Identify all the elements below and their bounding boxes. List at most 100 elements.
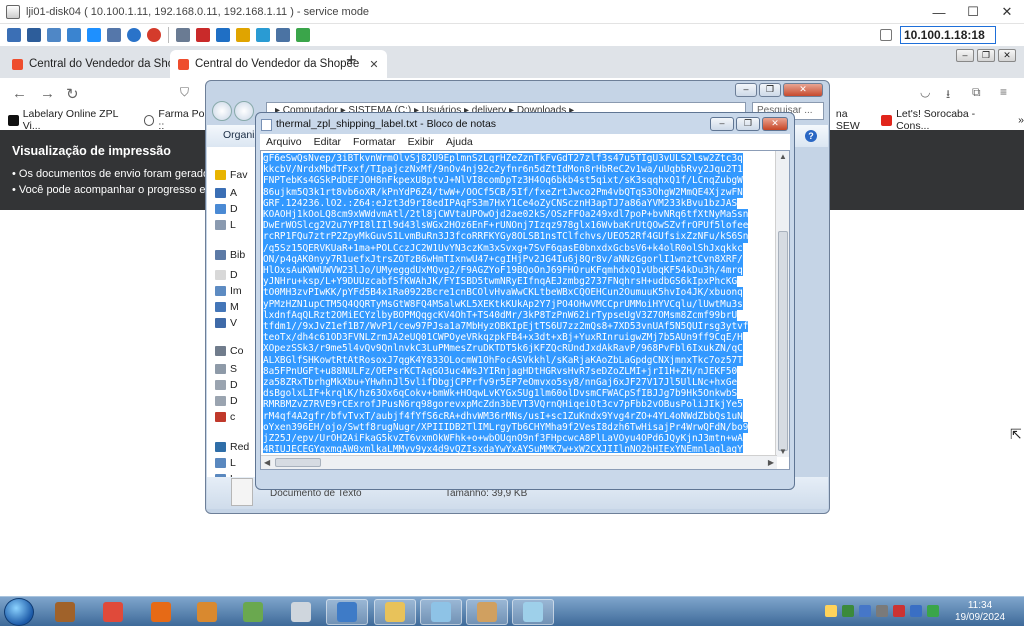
menu-icon[interactable]: ≡ <box>1000 85 1007 99</box>
close-button[interactable]: ✕ <box>990 0 1024 24</box>
settings-icon[interactable] <box>47 28 61 42</box>
explorer-forward-button[interactable] <box>234 101 254 121</box>
fit-screen-icon[interactable] <box>27 28 41 42</box>
back-button[interactable]: ← <box>12 85 27 102</box>
tray-icon[interactable] <box>876 605 888 617</box>
horizontal-scroll-thumb[interactable] <box>275 458 321 467</box>
browser-close-button[interactable]: ✕ <box>998 49 1016 62</box>
nav-pane-item[interactable]: Red <box>215 441 249 453</box>
nav-pane-item[interactable]: c <box>215 411 235 423</box>
menu-exibir[interactable]: Exibir <box>408 136 434 148</box>
nav-pane-item[interactable]: Bib <box>215 249 245 261</box>
shield-icon[interactable]: ⛉ <box>180 85 189 100</box>
menu-editar[interactable]: Editar <box>314 136 341 148</box>
explorer-maximize-button[interactable]: ❐ <box>759 83 781 97</box>
menu-formatar[interactable]: Formatar <box>353 136 396 148</box>
taskbar-app-button[interactable] <box>140 599 182 625</box>
nav-pane-item[interactable]: S <box>215 363 237 375</box>
bookmark-labelary[interactable]: Labelary Online ZPL Vi... <box>8 108 136 132</box>
nav-pane-item[interactable]: M <box>215 301 239 313</box>
nav-pane-item[interactable]: V <box>215 317 237 329</box>
taskbar-app-button[interactable] <box>186 599 228 625</box>
minimize-button[interactable]: — <box>922 0 956 24</box>
stop-icon[interactable] <box>147 28 161 42</box>
maximize-button[interactable]: ☐ <box>956 0 990 24</box>
keyboard-icon[interactable] <box>176 28 190 42</box>
taskbar-app-button[interactable] <box>512 599 554 625</box>
scroll-down-icon[interactable]: ▼ <box>779 447 787 456</box>
vertical-scroll-thumb[interactable] <box>778 231 788 451</box>
browser-restore-button[interactable]: ❐ <box>977 49 995 62</box>
refresh-icon[interactable] <box>67 28 81 42</box>
notepad-close-button[interactable]: ✕ <box>762 117 788 131</box>
help-icon[interactable]: ? <box>805 130 817 142</box>
screenshot-icon[interactable] <box>256 28 270 42</box>
monitor-icon[interactable] <box>216 28 230 42</box>
taskbar-app-button[interactable] <box>280 599 322 625</box>
nav-pane-item[interactable]: D <box>215 269 238 281</box>
taskbar-app-button[interactable] <box>92 599 134 625</box>
extensions-icon[interactable]: ⧉ <box>972 85 981 100</box>
notepad-text-area[interactable]: gF6eSwQsNvep/3iBTkvnWrmOlvSj82U9EplmnSzL… <box>260 150 790 470</box>
nav-pane-item[interactable]: Co <box>215 345 243 357</box>
taskbar-app-button[interactable] <box>326 599 368 625</box>
nav-pane-item[interactable]: D <box>215 379 238 391</box>
file-manager-icon <box>55 602 75 622</box>
taskbar-app-button[interactable] <box>466 599 508 625</box>
nav-pane-item[interactable]: Fav <box>215 169 248 181</box>
folder-icon[interactable] <box>236 28 250 42</box>
record-icon[interactable] <box>196 28 210 42</box>
taskbar: 11:34 19/09/2024 <box>0 596 1024 626</box>
tray-icon[interactable] <box>910 605 922 617</box>
nav-pane-item[interactable]: D <box>215 395 238 407</box>
menu-arquivo[interactable]: Arquivo <box>266 136 302 148</box>
nav-pane-item[interactable]: A <box>215 187 237 199</box>
tray-icon[interactable] <box>842 605 854 617</box>
scroll-right-icon[interactable]: ▶ <box>768 458 774 467</box>
scroll-left-icon[interactable]: ◀ <box>264 458 270 467</box>
bookmark-lets-sorocaba[interactable]: Let's! Sorocaba - Cons... <box>881 108 1008 132</box>
file-transfer-icon[interactable] <box>107 28 121 42</box>
vertical-scrollbar[interactable]: ▲ ▼ <box>775 151 789 457</box>
taskbar-app-button[interactable] <box>374 599 416 625</box>
connection-address-field[interactable]: 10.100.1.18:18 <box>900 26 996 44</box>
notepad-minimize-button[interactable]: – <box>710 117 734 131</box>
chat-icon[interactable] <box>296 28 310 42</box>
new-tab-button[interactable]: + <box>346 50 357 71</box>
taskbar-app-button[interactable] <box>44 599 86 625</box>
menu-ajuda[interactable]: Ajuda <box>446 136 473 148</box>
nav-pane-item[interactable]: L <box>215 457 236 469</box>
text-line: GRF.124236.lO2.:Z64:eJzt3d9rI8edIPAqFS3m… <box>263 197 738 210</box>
tray-icon[interactable] <box>927 605 939 617</box>
nav-pane-item[interactable]: Im <box>215 285 242 297</box>
explorer-minimize-button[interactable]: – <box>735 83 757 97</box>
clock[interactable]: 11:34 19/09/2024 <box>955 600 1005 624</box>
network-icon[interactable] <box>276 28 290 42</box>
browser-minimize-button[interactable]: – <box>956 49 974 62</box>
vida-link-icon <box>337 602 357 622</box>
nav-pane-item[interactable]: L <box>215 219 236 231</box>
tray-icon[interactable] <box>859 605 871 617</box>
pocket-icon[interactable]: ◡ <box>920 85 930 99</box>
tab-close-icon[interactable]: ✕ <box>369 58 378 71</box>
selected-text[interactable]: gF6eSwQsNvep/3iBTkvnWrmOlvSj82U9EplmnSzL… <box>263 153 777 453</box>
more-bookmarks-icon[interactable]: » <box>1018 114 1024 126</box>
windows-icon[interactable] <box>87 28 101 42</box>
reload-button[interactable]: ↻ <box>66 85 79 103</box>
scroll-up-icon[interactable]: ▲ <box>779 152 787 161</box>
info-icon[interactable] <box>127 28 141 42</box>
tray-icon[interactable] <box>825 605 837 617</box>
notepad-maximize-button[interactable]: ❐ <box>736 117 760 131</box>
tray-icon[interactable] <box>893 605 905 617</box>
horizontal-scrollbar[interactable]: ◀ ▶ <box>261 455 777 469</box>
taskbar-app-button[interactable] <box>420 599 462 625</box>
bookmark-sew[interactable]: na SEW <box>836 108 874 132</box>
download-icon[interactable]: ⭳ <box>946 85 950 106</box>
fullscreen-icon[interactable] <box>7 28 21 42</box>
explorer-close-button[interactable]: ✕ <box>783 83 823 97</box>
explorer-back-button[interactable] <box>212 101 232 121</box>
start-button[interactable] <box>4 598 34 626</box>
forward-button[interactable]: → <box>40 85 55 102</box>
nav-pane-item[interactable]: D <box>215 203 238 215</box>
taskbar-app-button[interactable] <box>232 599 274 625</box>
